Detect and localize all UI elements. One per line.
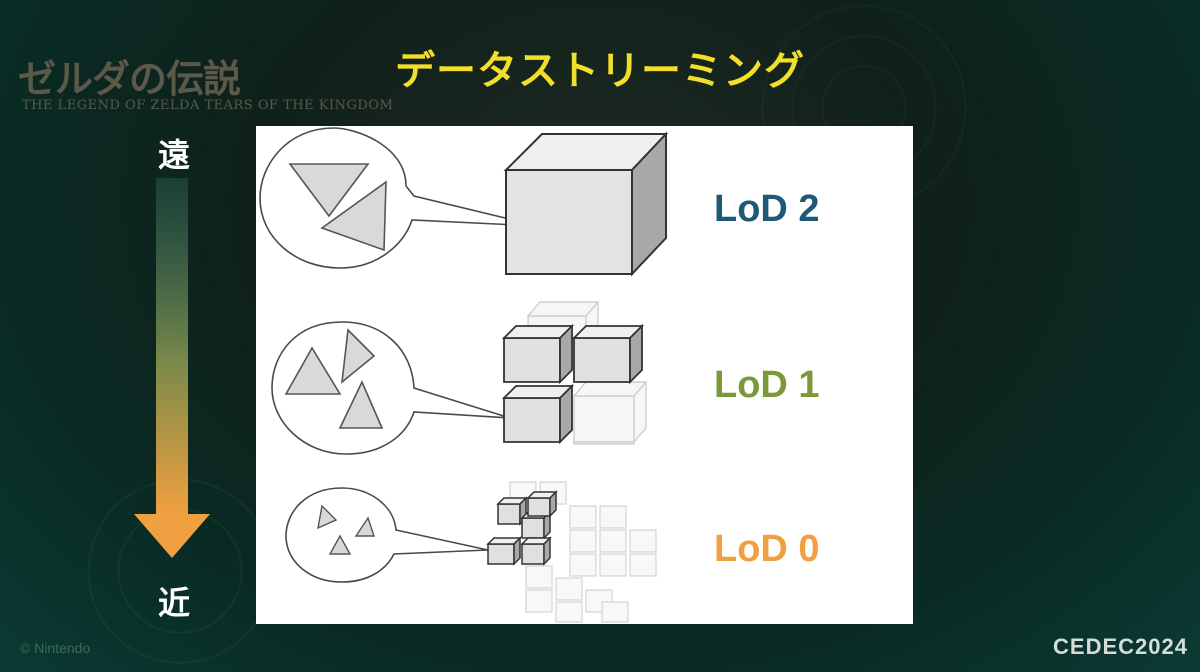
distance-arrow [134, 178, 210, 558]
copyright-notice: © Nintendo [20, 640, 91, 656]
near-label: 近 [157, 584, 190, 622]
event-logo: CEDEC2024 [1053, 634, 1188, 659]
arrow-shaft [156, 178, 188, 514]
lod2-speech-bubble [259, 127, 539, 269]
lod2-label: LoD 2 [714, 188, 820, 230]
lod1-label: LoD 1 [714, 364, 820, 406]
slide-title: データストリーミング [395, 48, 805, 94]
lod1-cube-cluster [501, 300, 648, 445]
logo-english-title: THE LEGEND OF ZELDA TEARS OF THE KINGDOM [22, 98, 394, 113]
lod-diagram-panel: LoD 2 LoD 1 LoD 0 [256, 126, 913, 624]
lod1-speech-bubble [271, 321, 511, 455]
lod2-cube [503, 131, 669, 277]
lod0-speech-bubble [285, 487, 489, 583]
arrow-head [134, 514, 210, 558]
far-label: 遠 [157, 136, 190, 174]
lod0-cube-cluster [486, 481, 657, 623]
lod0-label: LoD 0 [714, 528, 820, 570]
